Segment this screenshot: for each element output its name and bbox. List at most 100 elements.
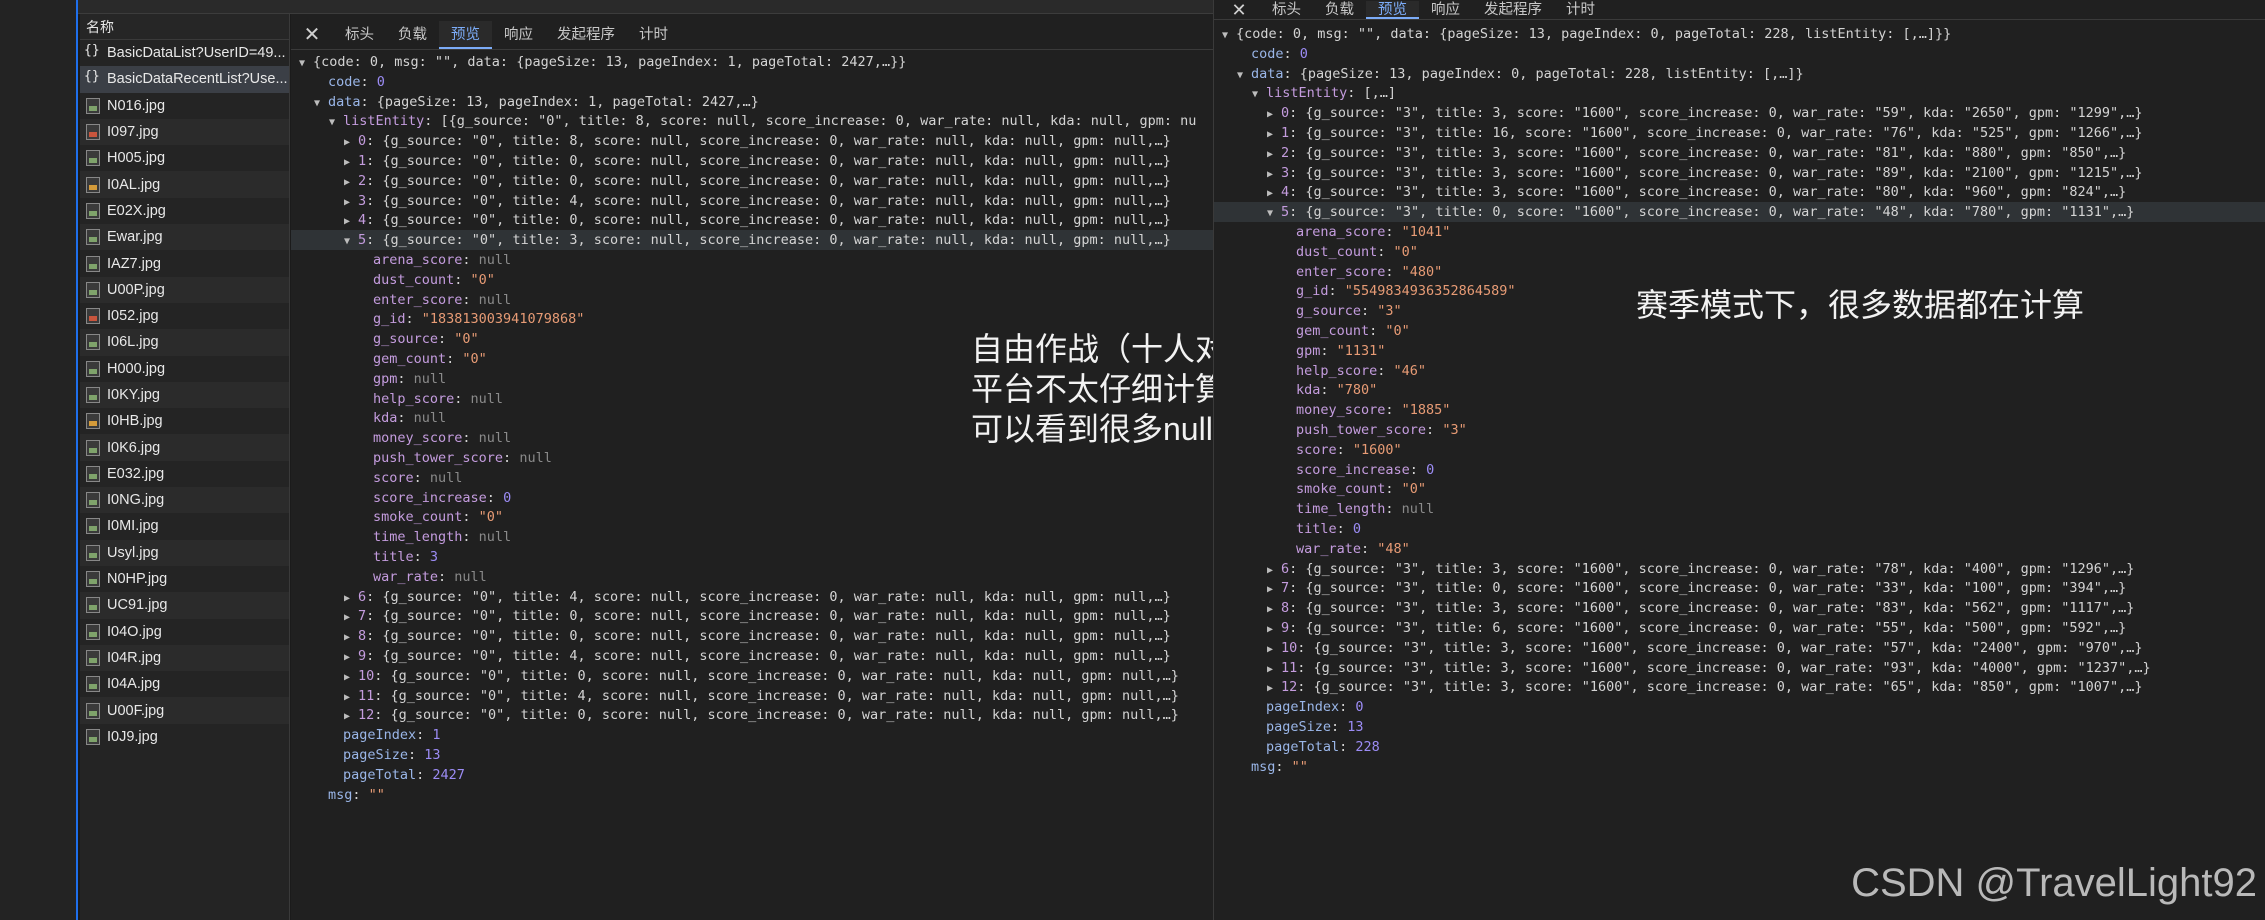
json-value: "480" — [1401, 263, 1443, 280]
close-icon[interactable]: ✕ — [299, 19, 325, 49]
json-value: : — [352, 786, 369, 803]
json-key: score_increase — [1296, 461, 1410, 478]
request-row[interactable]: N0HP.jpg — [80, 566, 289, 592]
tab-payload[interactable]: 负载 — [1313, 1, 1366, 19]
json-value: : {g_source: "3", title: 3, score: "1600… — [1289, 105, 2143, 122]
tree-node-expandable[interactable]: ▶ 4: {g_source: "3", title: 3, score: "16… — [1214, 182, 2265, 202]
json-key: 10 — [358, 667, 375, 684]
tree-node-expandable[interactable]: ▶ 2: {g_source: "3", title: 3, score: "16… — [1214, 143, 2265, 163]
json-value: "0" — [478, 509, 504, 526]
tree-node-expandable[interactable]: ▶ 8: {g_source: "3", title: 3, score: "16… — [1214, 598, 2265, 618]
json-value: : — [503, 450, 520, 466]
tab-initiator[interactable]: 发起程序 — [1472, 1, 1554, 19]
tab-timing[interactable]: 计时 — [627, 21, 680, 49]
request-row[interactable]: U00F.jpg — [80, 697, 289, 724]
request-row[interactable]: I04O.jpg — [80, 619, 289, 645]
tree-node-expandable[interactable]: ▶ 6: {g_source: "3", title: 3, score: "16… — [1214, 559, 2265, 579]
request-row[interactable]: N016.jpg — [80, 93, 289, 119]
image-file-icon — [86, 229, 100, 246]
request-row[interactable]: I0J9.jpg — [80, 724, 289, 750]
json-value: : {g_source: "3", title: 3, score: "1600… — [1289, 600, 2135, 617]
tree-node-expandable[interactable]: ▼ 5: {g_source: "3", title: 0, score: "16… — [1214, 202, 2265, 223]
request-row[interactable]: H005.jpg — [80, 145, 289, 171]
tree-node-expandable[interactable]: ▶ 10: {g_source: "3", title: 3, score: "1… — [1214, 638, 2265, 658]
tree-node-expandable[interactable]: ▶ 7: {g_source: "0", title: 0, score: nul… — [291, 606, 1213, 626]
request-row[interactable]: U00P.jpg — [80, 276, 289, 303]
tree-node-expandable[interactable]: ▶ 2: {g_source: "0", title: 0, score: nul… — [291, 171, 1213, 191]
tab-preview[interactable]: 预览 — [1366, 1, 1419, 19]
json-value: "183813003941079868" — [421, 311, 585, 328]
request-row[interactable]: H000.jpg — [80, 356, 289, 382]
tree-node-expandable[interactable]: ▶ 3: {g_source: "0", title: 4, score: nul… — [291, 191, 1213, 211]
tree-node-expandable[interactable]: ▶ 11: {g_source: "3", title: 3, score: "1… — [1214, 658, 2265, 678]
request-row[interactable]: E032.jpg — [80, 461, 289, 487]
request-list-header[interactable]: 名称 — [80, 14, 289, 40]
tree-node-expandable[interactable]: ▶ 4: {g_source: "0", title: 0, score: nul… — [291, 210, 1213, 230]
request-row[interactable]: BasicDataList?UserID=49... — [80, 40, 289, 66]
tree-node-expandable[interactable]: ▼ data: {pageSize: 13, pageIndex: 1, page… — [291, 92, 1213, 112]
tab-response[interactable]: 响应 — [1419, 1, 1472, 19]
tab-initiator[interactable]: 发起程序 — [545, 21, 627, 49]
request-row[interactable]: BasicDataRecentList?Use... — [80, 66, 289, 93]
request-row[interactable]: Ewar.jpg — [80, 224, 289, 251]
tree-node-expandable[interactable]: ▼ listEntity: [{g_source: "0", title: 8, … — [291, 111, 1213, 131]
tab-headers[interactable]: 标头 — [1260, 1, 1313, 19]
request-row[interactable]: I0KY.jpg — [80, 381, 289, 409]
request-row[interactable]: I04A.jpg — [80, 671, 289, 697]
request-name: IAZ7.jpg — [107, 255, 161, 272]
json-value: null — [429, 469, 463, 486]
tree-node-expandable[interactable]: ▼ listEntity: [,…] — [1214, 83, 2265, 103]
tab-timing[interactable]: 计时 — [1554, 1, 1607, 19]
tree-node-expandable[interactable]: ▶ 8: {g_source: "0", title: 0, score: nul… — [291, 626, 1213, 646]
tree-node-expandable[interactable]: ▶ 6: {g_source: "0", title: 4, score: nul… — [291, 587, 1213, 607]
tree-node-expandable[interactable]: ▶ 11: {g_source: "0", title: 4, score: nu… — [291, 686, 1213, 706]
request-row[interactable]: I0NG.jpg — [80, 487, 289, 514]
tree-node-expandable[interactable]: ▼ 5: {g_source: "0", title: 3, score: nul… — [291, 230, 1213, 251]
request-row[interactable]: E02X.jpg — [80, 198, 289, 224]
request-row[interactable]: I097.jpg — [80, 118, 289, 146]
tree-node-expandable[interactable]: ▶ 0: {g_source: "0", title: 8, score: nul… — [291, 131, 1213, 151]
request-row[interactable]: I06L.jpg — [80, 329, 289, 356]
close-icon[interactable]: ✕ — [1226, 0, 1252, 20]
detail-tabbar: ✕ 标头 负载 预览 响应 发起程序 计时 — [1214, 0, 2265, 20]
tree-node-expandable[interactable]: ▶ 10: {g_source: "0", title: 0, score: nu… — [291, 666, 1213, 686]
json-key: 7 — [358, 608, 367, 625]
json-value: "1600" — [1352, 441, 1402, 458]
request-row[interactable]: UC91.jpg — [80, 592, 289, 619]
request-row[interactable]: I04R.jpg — [80, 644, 289, 672]
json-key: listEntity — [343, 113, 425, 130]
tree-leaf: dust_count: "0" — [1214, 242, 2265, 262]
request-row[interactable]: IAZ7.jpg — [80, 250, 289, 276]
json-key: pageIndex — [343, 727, 417, 744]
request-name: U00F.jpg — [107, 702, 165, 719]
json-key: 2 — [1281, 144, 1290, 161]
tree-node-expandable[interactable]: ▶ 12: {g_source: "0", title: 0, score: nu… — [291, 705, 1213, 725]
tree-node-expandable[interactable]: ▶ 1: {g_source: "0", title: 0, score: nul… — [291, 151, 1213, 171]
request-row[interactable]: I052.jpg — [80, 303, 289, 329]
tab-headers[interactable]: 标头 — [333, 21, 386, 49]
tree-node-expandable[interactable]: ▶ 12: {g_source: "3", title: 3, score: "1… — [1214, 677, 2265, 697]
tree-node-expandable[interactable]: ▶ 1: {g_source: "3", title: 16, score: "1… — [1214, 123, 2265, 143]
json-value: : — [454, 271, 471, 288]
tab-payload[interactable]: 负载 — [386, 21, 439, 49]
json-value: : — [416, 727, 433, 744]
request-row[interactable]: I0HB.jpg — [80, 408, 289, 434]
tree-node-expandable[interactable]: ▶ 3: {g_source: "3", title: 3, score: "16… — [1214, 163, 2265, 183]
json-key: 5 — [358, 232, 367, 249]
request-row[interactable]: Usyl.jpg — [80, 539, 289, 566]
tree-node-expandable[interactable]: ▶ 9: {g_source: "3", title: 6, score: "16… — [1214, 618, 2265, 638]
request-row[interactable]: I0AL.jpg — [80, 171, 289, 198]
tree-node-expandable[interactable]: ▼ {code: 0, msg: "", data: {pageSize: 13,… — [1214, 24, 2265, 44]
tree-node-expandable[interactable]: ▼ data: {pageSize: 13, pageIndex: 0, page… — [1214, 64, 2265, 84]
tab-preview[interactable]: 预览 — [439, 21, 492, 49]
tab-response[interactable]: 响应 — [492, 21, 545, 49]
tree-node-expandable[interactable]: ▼ {code: 0, msg: "", data: {pageSize: 13,… — [291, 52, 1213, 72]
tree-leaf: pageIndex: 1 — [291, 725, 1213, 745]
tree-node-expandable[interactable]: ▶ 9: {g_source: "0", title: 4, score: nul… — [291, 646, 1213, 666]
tree-leaf: title: 3 — [291, 547, 1213, 567]
request-row[interactable]: I0MI.jpg — [80, 513, 289, 539]
json-value: {code: 0, msg: "", data: {pageSize: 13, … — [313, 54, 907, 70]
tree-node-expandable[interactable]: ▶ 7: {g_source: "3", title: 0, score: "16… — [1214, 578, 2265, 598]
request-row[interactable]: I0K6.jpg — [80, 434, 289, 461]
tree-node-expandable[interactable]: ▶ 0: {g_source: "3", title: 3, score: "16… — [1214, 103, 2265, 123]
